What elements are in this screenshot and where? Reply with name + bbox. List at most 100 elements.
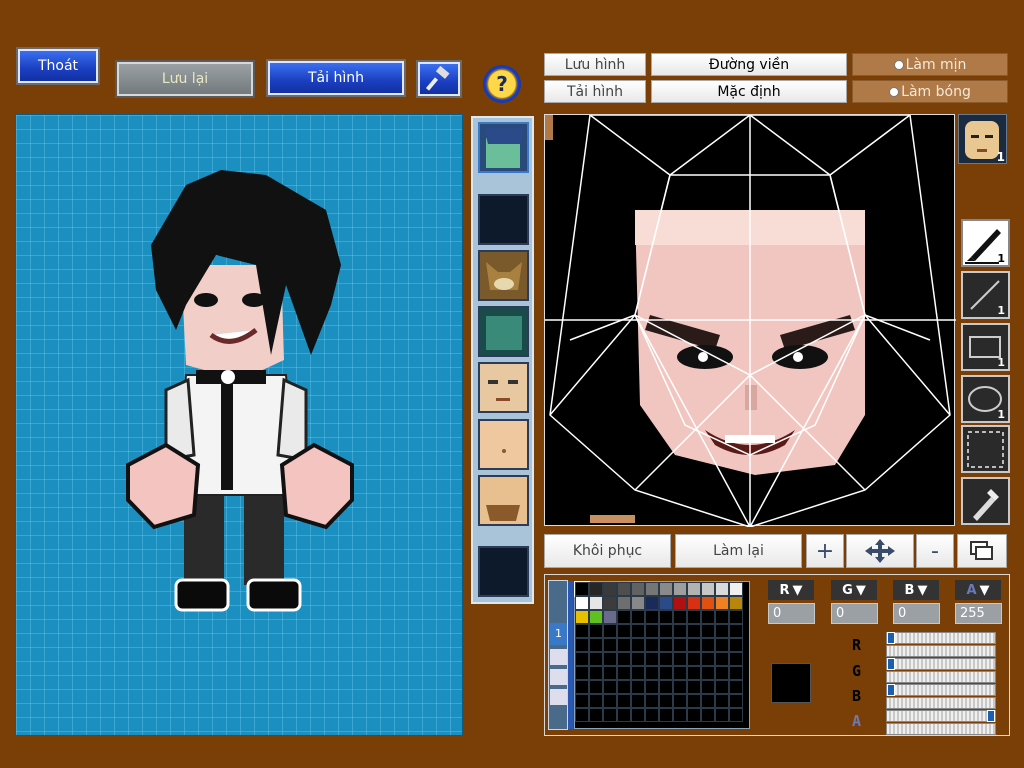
palette-cell[interactable] xyxy=(575,708,589,722)
palette-cell[interactable] xyxy=(701,582,715,596)
palette-cell[interactable] xyxy=(701,624,715,638)
palette-cell[interactable] xyxy=(575,638,589,652)
palette-cell[interactable] xyxy=(589,638,603,652)
palette-cell[interactable] xyxy=(603,666,617,680)
palette-cell[interactable] xyxy=(589,694,603,708)
thumb-grumpy-face[interactable] xyxy=(478,362,529,413)
palette-cell[interactable] xyxy=(645,596,659,610)
palette-cell[interactable] xyxy=(631,624,645,638)
red-slider-knob[interactable] xyxy=(887,632,895,644)
palette-cell[interactable] xyxy=(687,694,701,708)
shade-radio[interactable]: Làm bóng xyxy=(852,80,1008,103)
palette-cell[interactable] xyxy=(631,708,645,722)
palette-cell[interactable] xyxy=(715,680,729,694)
thumb-empty-2[interactable] xyxy=(478,546,529,597)
palette-cell[interactable] xyxy=(673,624,687,638)
face-pixel-editor[interactable] xyxy=(544,114,956,529)
palette-cell[interactable] xyxy=(617,596,631,610)
palette-cell[interactable] xyxy=(715,638,729,652)
palette-cell[interactable] xyxy=(589,596,603,610)
palette-cell[interactable] xyxy=(575,666,589,680)
palette-cell[interactable] xyxy=(631,638,645,652)
palette-tab-4[interactable] xyxy=(550,689,567,705)
palette-cell[interactable] xyxy=(673,680,687,694)
palette-cell[interactable] xyxy=(701,638,715,652)
palette-cell[interactable] xyxy=(617,652,631,666)
pen-tool[interactable]: 1 xyxy=(961,219,1010,267)
palette-cell[interactable] xyxy=(645,666,659,680)
palette-cell[interactable] xyxy=(715,694,729,708)
palette-cell[interactable] xyxy=(729,624,743,638)
alpha-slider-track[interactable] xyxy=(886,723,996,735)
blue-slider-track[interactable] xyxy=(886,697,996,709)
move-button[interactable] xyxy=(846,534,914,568)
alpha-slider-knob[interactable] xyxy=(987,710,995,722)
palette-cell[interactable] xyxy=(729,694,743,708)
palette-cell[interactable] xyxy=(715,582,729,596)
palette-cell[interactable] xyxy=(687,596,701,610)
rectangle-tool[interactable]: 1 xyxy=(961,323,1010,371)
palette-cell[interactable] xyxy=(589,624,603,638)
palette-cell[interactable] xyxy=(687,666,701,680)
default-button[interactable]: Mặc định xyxy=(651,80,847,103)
thumb-beast-face[interactable] xyxy=(478,250,529,301)
palette-cell[interactable] xyxy=(575,680,589,694)
palette-cell[interactable] xyxy=(659,652,673,666)
outline-button[interactable]: Đường viền xyxy=(651,53,847,76)
palette-cell[interactable] xyxy=(687,708,701,722)
palette-cell[interactable] xyxy=(617,680,631,694)
palette-cell[interactable] xyxy=(673,596,687,610)
save-image-button[interactable]: Lưu hình xyxy=(544,53,646,76)
palette-cell[interactable] xyxy=(603,638,617,652)
palette-cell[interactable] xyxy=(575,652,589,666)
palette-cell[interactable] xyxy=(603,596,617,610)
palette-cell[interactable] xyxy=(631,652,645,666)
palette-cell[interactable] xyxy=(617,708,631,722)
palette-cell[interactable] xyxy=(729,652,743,666)
palette-cell[interactable] xyxy=(575,596,589,610)
palette-cell[interactable] xyxy=(687,680,701,694)
green-slider[interactable] xyxy=(886,658,996,670)
palette-cell[interactable] xyxy=(631,666,645,680)
layer-button[interactable] xyxy=(957,534,1007,568)
palette-cell[interactable] xyxy=(575,610,589,624)
green-value-field[interactable]: 0 xyxy=(831,603,878,624)
palette-cell[interactable] xyxy=(701,708,715,722)
thumb-bearded-face[interactable] xyxy=(478,475,529,526)
palette-cell[interactable] xyxy=(574,581,590,597)
palette-cell[interactable] xyxy=(659,624,673,638)
thumb-green-mask-face[interactable] xyxy=(478,306,529,357)
palette-cell[interactable] xyxy=(603,624,617,638)
palette-cell[interactable] xyxy=(701,652,715,666)
redo-button[interactable]: Làm lại xyxy=(675,534,802,568)
zoom-in-button[interactable]: + xyxy=(806,534,844,568)
palette-cell[interactable] xyxy=(603,610,617,624)
palette-cell[interactable] xyxy=(589,610,603,624)
palette-cell[interactable] xyxy=(715,708,729,722)
green-slider-track[interactable] xyxy=(886,671,996,683)
thumb-plain-face[interactable] xyxy=(478,419,529,470)
blue-channel-header[interactable]: B ▼ xyxy=(893,580,939,600)
palette-cell[interactable] xyxy=(617,624,631,638)
palette-cell[interactable] xyxy=(687,652,701,666)
palette-cell[interactable] xyxy=(645,638,659,652)
thumb-empty-1[interactable] xyxy=(478,194,529,245)
exit-button[interactable]: Thoát xyxy=(16,47,100,85)
palette-tab-1[interactable]: 1 xyxy=(550,623,567,645)
palette-cell[interactable] xyxy=(701,680,715,694)
palette-cell[interactable] xyxy=(631,596,645,610)
palette-cell[interactable] xyxy=(631,610,645,624)
palette-cell[interactable] xyxy=(729,610,743,624)
palette-cell[interactable] xyxy=(701,666,715,680)
palette-cell[interactable] xyxy=(589,680,603,694)
palette-cell[interactable] xyxy=(673,708,687,722)
palette-cell[interactable] xyxy=(659,666,673,680)
palette-cell[interactable] xyxy=(603,680,617,694)
palette-cell[interactable] xyxy=(631,694,645,708)
alpha-value-field[interactable]: 255 xyxy=(955,603,1002,624)
blue-slider-knob[interactable] xyxy=(887,684,895,696)
palette-cell[interactable] xyxy=(701,596,715,610)
palette-cell[interactable] xyxy=(645,652,659,666)
palette-tab-3[interactable] xyxy=(550,669,567,685)
palette-cell[interactable] xyxy=(575,624,589,638)
